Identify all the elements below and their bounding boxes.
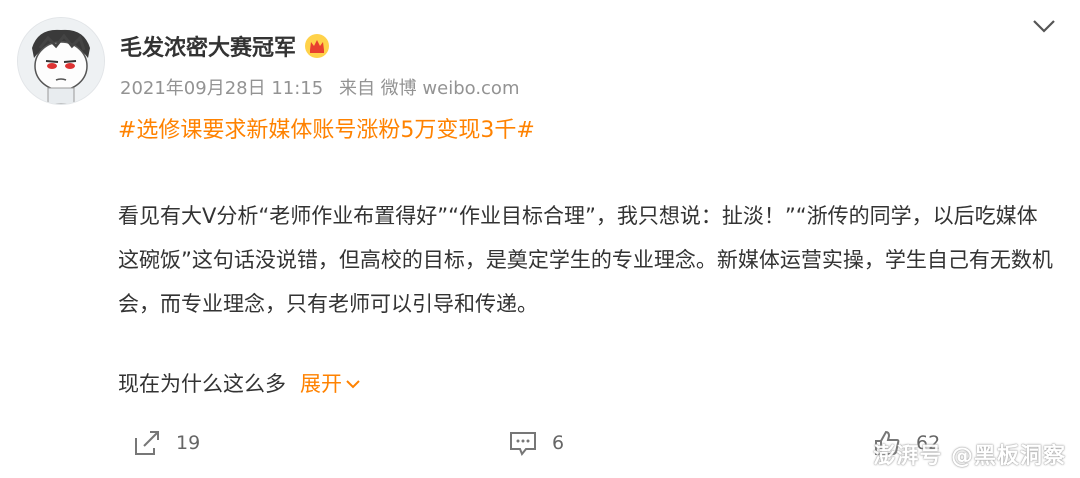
watermark: 澎湃号 @黑板洞察 [873, 444, 1066, 469]
chevron-down-icon [1033, 20, 1055, 33]
comment-count: 6 [552, 432, 565, 454]
post-meta: 2021年09月28日 11:15 来自 微博 weibo.com [120, 74, 529, 100]
chevron-down-icon [346, 380, 360, 389]
comment-icon [510, 432, 536, 456]
username-row: 毛发浓密大赛冠军 [120, 30, 330, 62]
post-date: 2021年09月28日 11:15 [120, 78, 324, 99]
expand-label: 展开 [300, 372, 342, 396]
comment-button[interactable]: 6 [508, 428, 564, 458]
expand-button[interactable]: 展开 [300, 368, 362, 400]
post-source: 来自 微博 weibo.com [338, 78, 520, 99]
share-count: 19 [176, 432, 201, 454]
username[interactable]: 毛发浓密大赛冠军 [120, 30, 296, 62]
cartoon-avatar-icon [18, 18, 104, 104]
post-last-line: 现在为什么这么多 展开 [118, 368, 362, 400]
share-button[interactable]: 19 [132, 428, 200, 458]
more-options-button[interactable] [1028, 10, 1060, 42]
post-body: 看见有大V分析“老师作业布置得好”“作业目标合理”，我只想说：扯淡！”“浙传的同… [118, 194, 1058, 326]
topic-hashtag[interactable]: #选修课要求新媒体账号涨粉5万变现3千# [118, 112, 535, 144]
crown-icon[interactable] [304, 33, 330, 59]
post-paragraph: 看见有大V分析“老师作业布置得好”“作业目标合理”，我只想说：扯淡！”“浙传的同… [118, 204, 1053, 316]
post-last-line-text: 现在为什么这么多 [118, 372, 286, 396]
share-icon [135, 431, 159, 455]
avatar[interactable] [17, 17, 105, 105]
